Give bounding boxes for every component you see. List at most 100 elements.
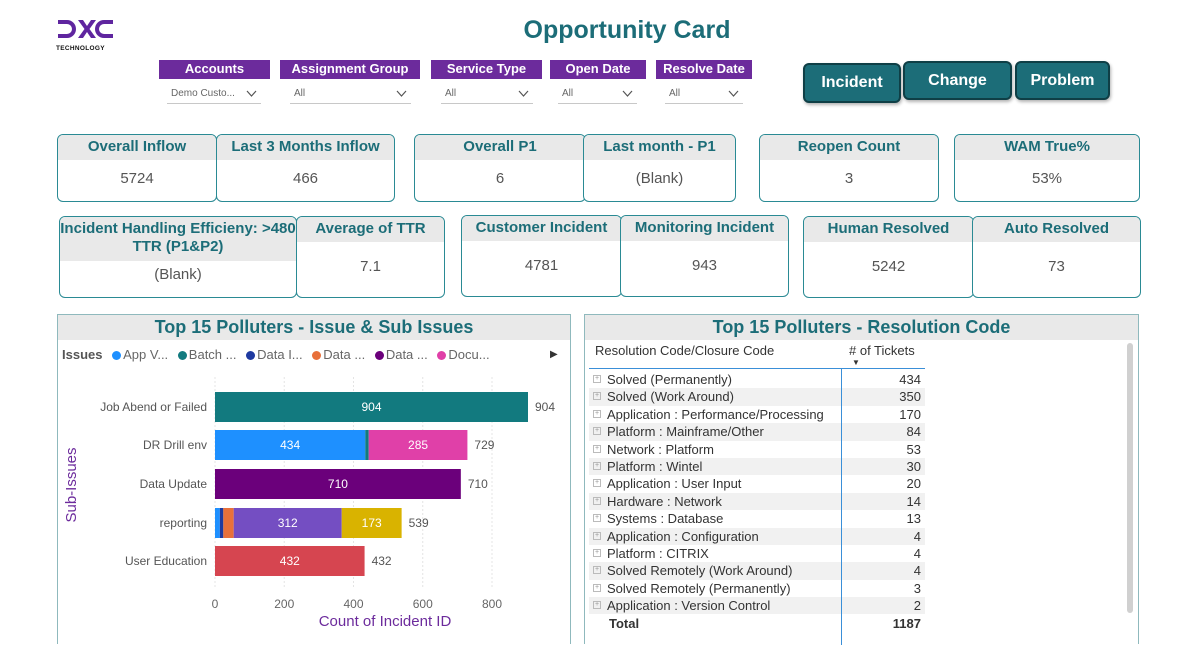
kpi-customer-incident: Customer Incident 4781 — [461, 215, 622, 297]
table-row[interactable]: + Platform : CITRIX 4 — [589, 545, 925, 562]
expand-icon[interactable]: + — [593, 461, 601, 470]
expand-icon[interactable]: + — [593, 444, 601, 453]
panel-title: Top 15 Polluters - Resolution Code — [585, 315, 1138, 340]
table-row[interactable]: + Solved (Permanently) 434 — [589, 371, 925, 388]
slicer-label: Assignment Group — [280, 60, 420, 79]
y-axis-title: Sub-Issues — [63, 447, 80, 522]
expand-icon[interactable]: + — [593, 427, 601, 436]
ticket-count: 4 — [913, 545, 921, 561]
polluters-resolution-panel: Top 15 Polluters - Resolution Code Resol… — [584, 314, 1139, 645]
expand-icon[interactable]: + — [593, 479, 601, 488]
resolution-code: Application : Configuration — [607, 528, 759, 544]
expand-icon[interactable]: + — [593, 409, 601, 418]
x-axis-title: Count of Incident ID — [319, 613, 452, 630]
kpi-value: 466 — [292, 170, 319, 187]
table-row[interactable]: + Solved (Work Around) 350 — [589, 388, 925, 406]
kpi-value: 4781 — [524, 257, 559, 274]
kpi-human-resolved: Human Resolved 5242 — [803, 216, 974, 298]
change-button[interactable]: Change — [903, 61, 1012, 100]
category-label: DR Drill env — [143, 438, 207, 452]
resolution-code: Network : Platform — [607, 441, 714, 457]
resolution-code: Platform : Wintel — [607, 458, 703, 474]
ticket-count: 84 — [906, 424, 921, 440]
x-tick-label: 200 — [274, 597, 294, 611]
kpi-last-3-months-inflow: Last 3 Months Inflow 466 — [216, 134, 395, 202]
kpi-auto-resolved: Auto Resolved 73 — [972, 216, 1141, 298]
slicer-open-date[interactable]: Open Date All — [550, 60, 646, 104]
page-title: Opportunity Card — [523, 16, 731, 44]
slicer-dropdown[interactable]: All — [441, 84, 533, 104]
kpi-label: Average of TTR — [297, 217, 444, 242]
logo-subtitle: TECHNOLOGY — [56, 45, 105, 52]
slicer-dropdown[interactable]: All — [665, 84, 743, 104]
kpi-average-ttr: Average of TTR 7.1 — [296, 216, 445, 298]
slicer-resolve-date[interactable]: Resolve Date All — [656, 60, 752, 104]
expand-icon[interactable]: + — [593, 375, 601, 383]
table-row[interactable]: + Application : Configuration 4 — [589, 527, 925, 545]
expand-icon[interactable]: + — [593, 392, 601, 401]
resolution-code: Platform : Mainframe/Other — [607, 424, 764, 440]
table-row[interactable]: + Network : Platform 53 — [589, 441, 925, 458]
bar-data-label: 173 — [362, 516, 382, 530]
slicer-value: All — [294, 88, 306, 99]
table-row[interactable]: + Platform : Mainframe/Other 84 — [589, 423, 925, 441]
kpi-last-month-p1: Last month - P1 (Blank) — [583, 134, 736, 202]
resolution-code: Application : Version Control — [607, 598, 771, 614]
ticket-count: 4 — [913, 563, 921, 579]
column-header-code[interactable]: Resolution Code/Closure Code — [595, 343, 774, 358]
table-body: + Solved (Permanently) 434 + Solved (Work Ar… — [589, 371, 925, 615]
incident-button[interactable]: Incident — [803, 63, 901, 103]
kpi-value: 53% — [1031, 170, 1063, 187]
problem-button[interactable]: Problem — [1015, 61, 1110, 100]
bar-segment — [365, 430, 369, 460]
bar-total-label: 904 — [535, 400, 555, 414]
total-label: Total — [609, 616, 640, 632]
slicer-label: Open Date — [550, 60, 646, 79]
ticket-count: 13 — [906, 511, 921, 527]
kpi-monitoring-incident: Monitoring Incident 943 — [620, 215, 789, 297]
table-row[interactable]: + Application : Version Control 2 — [589, 597, 925, 615]
slicer-value: All — [669, 88, 681, 99]
expand-icon[interactable]: + — [593, 531, 601, 540]
ticket-count: 3 — [913, 580, 921, 596]
column-header-count[interactable]: # of Tickets — [849, 343, 915, 358]
resolution-code: Solved (Work Around) — [607, 389, 734, 405]
slicer-accounts[interactable]: Accounts Demo Custo... — [159, 60, 270, 104]
slicer-assignment-group[interactable]: Assignment Group All — [280, 60, 420, 104]
bar-segment — [219, 508, 224, 538]
resolution-code: Application : User Input — [607, 476, 742, 492]
table-row[interactable]: + Application : Performance/Processing 170 — [589, 406, 925, 423]
ticket-count: 2 — [913, 598, 921, 614]
expand-icon[interactable]: + — [593, 566, 601, 575]
expand-icon[interactable]: + — [593, 601, 601, 610]
slicer-dropdown[interactable]: All — [558, 84, 637, 104]
slicer-dropdown[interactable]: All — [290, 84, 411, 104]
expand-icon[interactable]: + — [593, 496, 601, 505]
chevron-down-icon — [396, 90, 407, 97]
kpi-reopen-count: Reopen Count 3 — [759, 134, 939, 202]
total-value: 1187 — [892, 616, 921, 632]
table-scrollbar[interactable] — [1127, 343, 1133, 613]
kpi-label: Incident Handling Efficieny: >480 TTR (P… — [60, 217, 296, 261]
chevron-down-icon — [246, 90, 257, 97]
table-row[interactable]: + Solved Remotely (Work Around) 4 — [589, 562, 925, 580]
table-row[interactable]: + Hardware : Network 14 — [589, 492, 925, 511]
slicer-value: All — [445, 88, 457, 99]
kpi-label: Auto Resolved — [973, 217, 1140, 242]
table-row[interactable]: + Platform : Wintel 30 — [589, 457, 925, 476]
header-divider — [589, 368, 925, 369]
ticket-count: 20 — [906, 476, 921, 492]
kpi-wam-true: WAM True% 53% — [954, 134, 1140, 202]
chevron-down-icon — [728, 90, 739, 97]
expand-icon[interactable]: + — [593, 548, 601, 557]
kpi-value: 5242 — [871, 258, 906, 275]
expand-icon[interactable]: + — [593, 583, 601, 592]
resolution-code: Platform : CITRIX — [607, 545, 709, 561]
expand-icon[interactable]: + — [593, 514, 601, 523]
slicer-dropdown[interactable]: Demo Custo... — [167, 84, 261, 104]
table-row[interactable]: + Application : User Input 20 — [589, 475, 925, 492]
table-row[interactable]: + Systems : Database 13 — [589, 510, 925, 527]
slicer-value: All — [562, 88, 574, 99]
table-row[interactable]: + Solved Remotely (Permanently) 3 — [589, 580, 925, 597]
slicer-service-type[interactable]: Service Type All — [431, 60, 542, 104]
